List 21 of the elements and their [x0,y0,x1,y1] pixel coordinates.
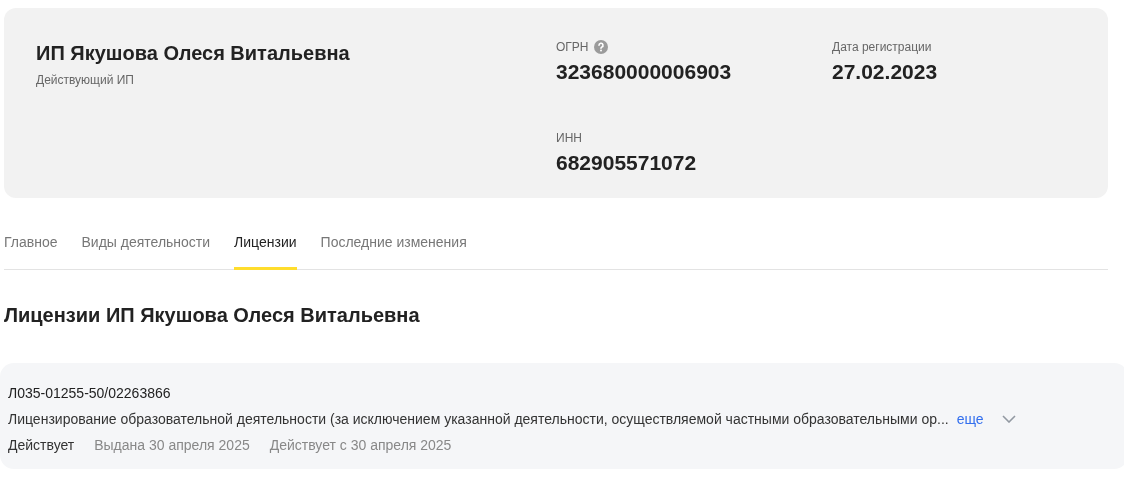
tab[interactable]: Главное [4,228,58,270]
license-description: Лицензирование образовательной деятельности (за исключением указанной деятельности, осуществляемой частными образовательными ор... [8,411,949,427]
fact-value: 682905571072 [556,151,698,175]
license-status: Действует [8,437,75,453]
tab[interactable]: Виды деятельности [81,228,211,270]
chevron-icon[interactable] [1001,415,1016,423]
more-link[interactable]: еще [956,411,984,427]
fact-value: 323680000006903 [556,60,733,84]
company-status: Действующий ИП [36,73,135,87]
issue-date: Выдана 30 апреля 2025 [94,437,250,453]
fact-label: ИНН [556,131,582,145]
fact-label: ОГРН [556,40,589,54]
section-heading: Лицензии ИП Якушова Олеся Витальевна [4,304,421,327]
help-icon[interactable] [593,40,608,54]
fact-value: 27.02.2023 [832,60,939,84]
tab[interactable]: Последние изменения [320,228,467,270]
company-name: ИП Якушова Олеся Витальевна [36,42,351,65]
license-number: Л035-01255-50/02263866 [8,385,172,401]
fact-label: Дата регистрации [832,40,932,54]
valid-from: Действует с 30 апреля 2025 [269,437,452,453]
tab[interactable]: Лицензии [234,228,297,270]
